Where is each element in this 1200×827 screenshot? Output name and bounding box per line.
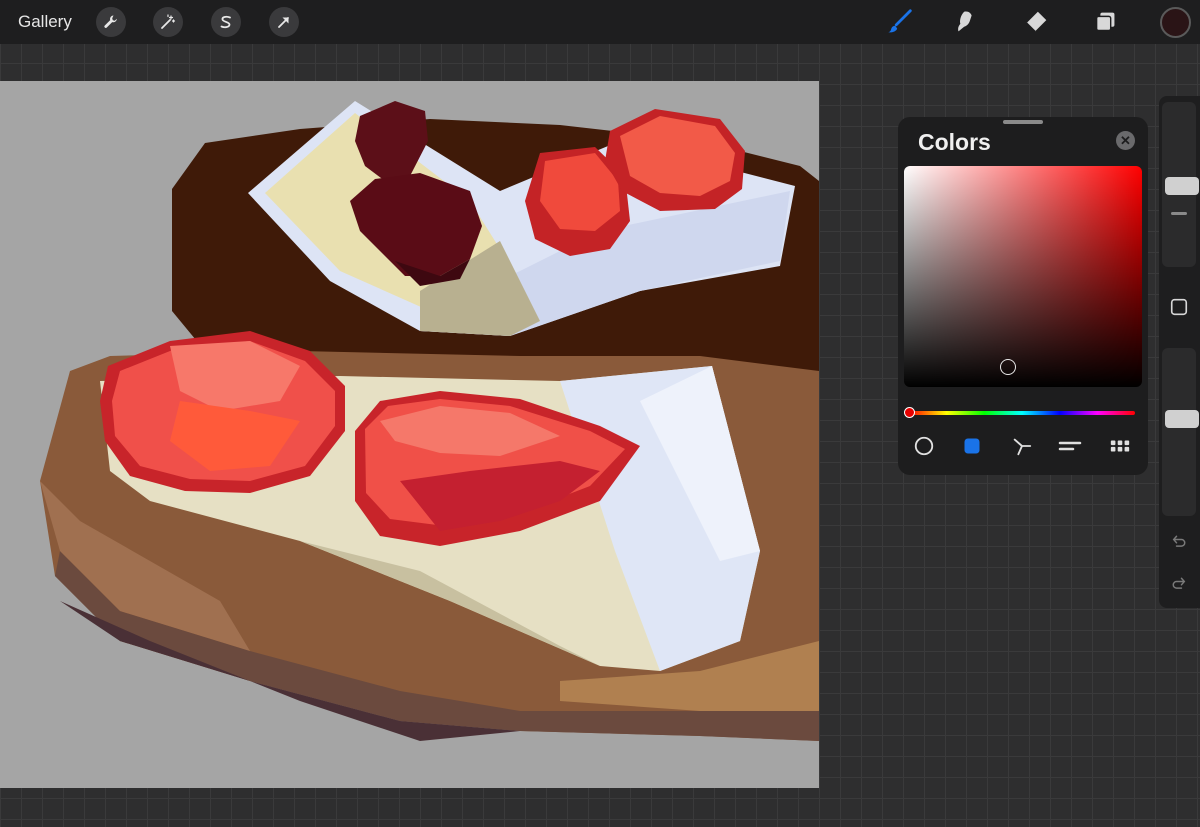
smudge-icon[interactable] [950,6,982,38]
disc-mode-icon[interactable] [911,433,937,459]
colors-panel: Colors ✕ [898,117,1148,475]
palettes-mode-icon[interactable] [1107,433,1133,459]
undo-icon[interactable] [1168,531,1190,553]
current-color-swatch[interactable] [1160,7,1191,38]
wrench-icon[interactable] [96,7,126,37]
redo-icon[interactable] [1168,573,1190,595]
gallery-button[interactable]: Gallery [18,12,72,32]
color-picker-cursor[interactable] [1000,359,1016,375]
top-toolbar: Gallery [0,0,1200,44]
panel-grabber[interactable] [1003,120,1043,124]
brush-size-thumb[interactable] [1165,177,1199,195]
artwork-illustration [40,101,819,741]
hue-slider[interactable] [909,411,1135,415]
saturation-brightness-picker[interactable] [904,166,1142,387]
opacity-slider[interactable] [1162,348,1199,516]
brush-size-slider[interactable] [1162,102,1199,267]
eraser-icon[interactable] [1020,6,1052,38]
layers-icon[interactable] [1090,6,1122,38]
brush-sidebar [1159,96,1200,608]
brush-icon[interactable] [884,6,916,38]
harmony-mode-icon[interactable] [1009,433,1035,459]
size-marker [1171,212,1187,215]
magic-wand-icon[interactable] [153,7,183,37]
colors-panel-title: Colors [918,129,991,155]
transform-arrow-icon[interactable] [269,7,299,37]
hue-slider-knob[interactable] [904,407,915,418]
selection-s-icon[interactable] [211,7,241,37]
opacity-thumb[interactable] [1165,410,1199,428]
close-icon[interactable]: ✕ [1116,131,1135,150]
modify-square-icon[interactable] [1168,296,1190,318]
drawing-canvas[interactable] [0,81,819,788]
value-mode-icon[interactable] [1057,433,1083,459]
classic-mode-icon[interactable] [959,433,985,459]
